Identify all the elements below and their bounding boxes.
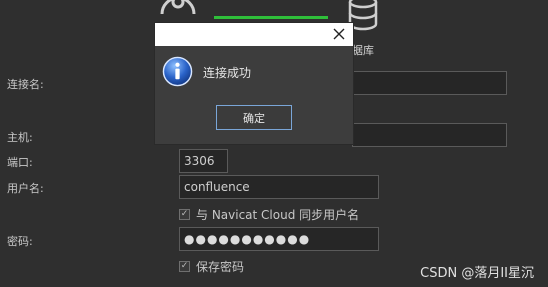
dialog-titlebar: [155, 23, 353, 46]
save-password-label: 保存密码: [196, 260, 245, 274]
password-mask: ●●●●●●●●●●●: [184, 232, 311, 246]
success-dialog: 连接成功 确定: [154, 22, 354, 145]
dialog-message: 连接成功: [203, 66, 252, 80]
sync-username-option[interactable]: ✓ 与 Navicat Cloud 同步用户名: [179, 206, 359, 223]
connection-name-input[interactable]: [352, 71, 507, 95]
host-input[interactable]: [352, 123, 507, 147]
save-password-option[interactable]: ✓ 保存密码: [179, 258, 244, 275]
connection-name-label: 连接名:: [7, 78, 44, 91]
ok-button[interactable]: 确定: [216, 105, 292, 130]
password-input[interactable]: ●●●●●●●●●●●: [179, 227, 379, 251]
username-input[interactable]: confluence: [179, 175, 379, 199]
port-label: 端口:: [7, 156, 33, 169]
database-caption: 据库: [352, 44, 374, 57]
sync-username-checkbox[interactable]: ✓: [179, 209, 190, 220]
close-icon[interactable]: [331, 26, 347, 42]
username-label: 用户名:: [7, 182, 44, 195]
save-password-checkbox[interactable]: ✓: [179, 261, 190, 272]
host-label: 主机:: [7, 131, 33, 144]
info-icon: [162, 56, 193, 87]
connection-icon: [160, 0, 196, 15]
port-input[interactable]: 3306: [179, 149, 228, 173]
watermark: CSDN @落月II星沉: [420, 266, 534, 281]
sync-username-label: 与 Navicat Cloud 同步用户名: [196, 208, 360, 222]
password-label: 密码:: [7, 235, 33, 248]
progress-bar: [214, 16, 328, 19]
